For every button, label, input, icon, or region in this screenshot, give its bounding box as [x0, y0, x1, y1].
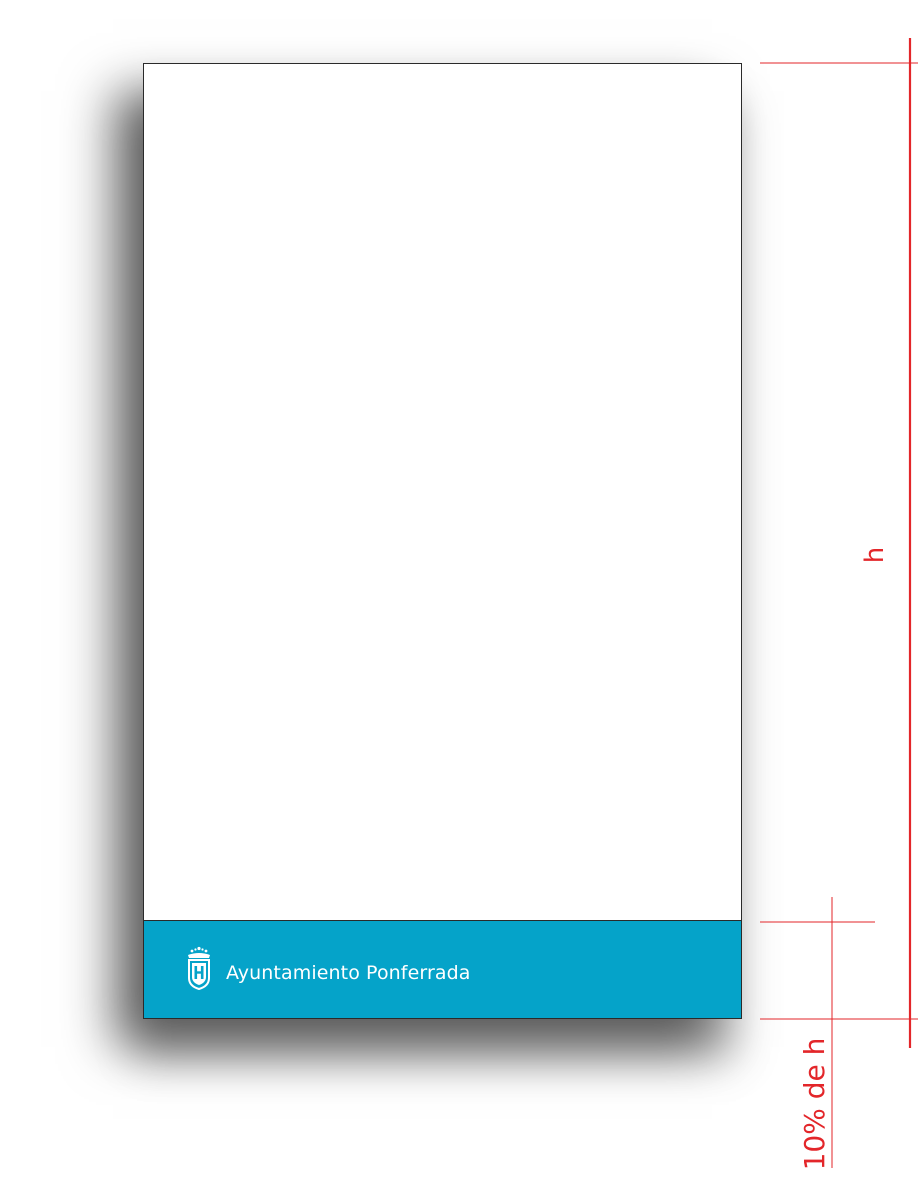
document-sheet: Ayuntamiento Ponferrada — [143, 63, 742, 1019]
height-label: h — [860, 546, 890, 564]
footer-band: Ayuntamiento Ponferrada — [144, 920, 741, 1018]
brand-logo: Ayuntamiento Ponferrada — [184, 945, 471, 995]
footer-height-label: 10% de h — [798, 1037, 831, 1171]
diagram-canvas: Ayuntamiento Ponferrada h 10% de h — [0, 0, 918, 1177]
brand-name: Ayuntamiento Ponferrada — [226, 962, 471, 984]
city-crest-icon — [188, 946, 210, 991]
